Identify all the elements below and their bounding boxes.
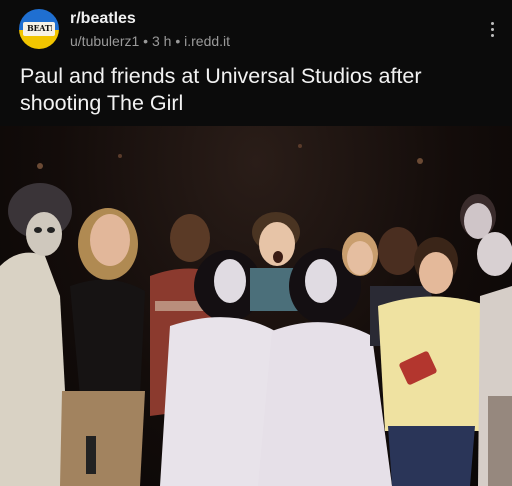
post-age: 3 h	[151, 33, 172, 49]
meta-separator: •	[139, 33, 152, 49]
beatles-logo: BEATLES	[23, 22, 59, 36]
post-meta: u/tubulerz1 • 3 h • i.redd.it	[70, 33, 230, 49]
subreddit-avatar[interactable]: BEATLES	[19, 9, 59, 49]
post-image[interactable]	[0, 126, 512, 486]
subreddit-name[interactable]: r/beatles	[70, 10, 136, 28]
post-title[interactable]: Paul and friends at Universal Studios af…	[20, 63, 490, 117]
author-link[interactable]: u/tubulerz1	[70, 33, 139, 49]
group-photo-illustration	[0, 144, 512, 486]
svg-text:BEATLES: BEATLES	[27, 23, 52, 32]
vertical-ellipsis-icon[interactable]	[484, 16, 500, 42]
meta-separator: •	[171, 33, 185, 49]
post-header: BEATLES r/beatles u/tubulerz1 • 3 h • i.…	[0, 0, 512, 60]
post-domain[interactable]: i.redd.it	[184, 33, 230, 49]
